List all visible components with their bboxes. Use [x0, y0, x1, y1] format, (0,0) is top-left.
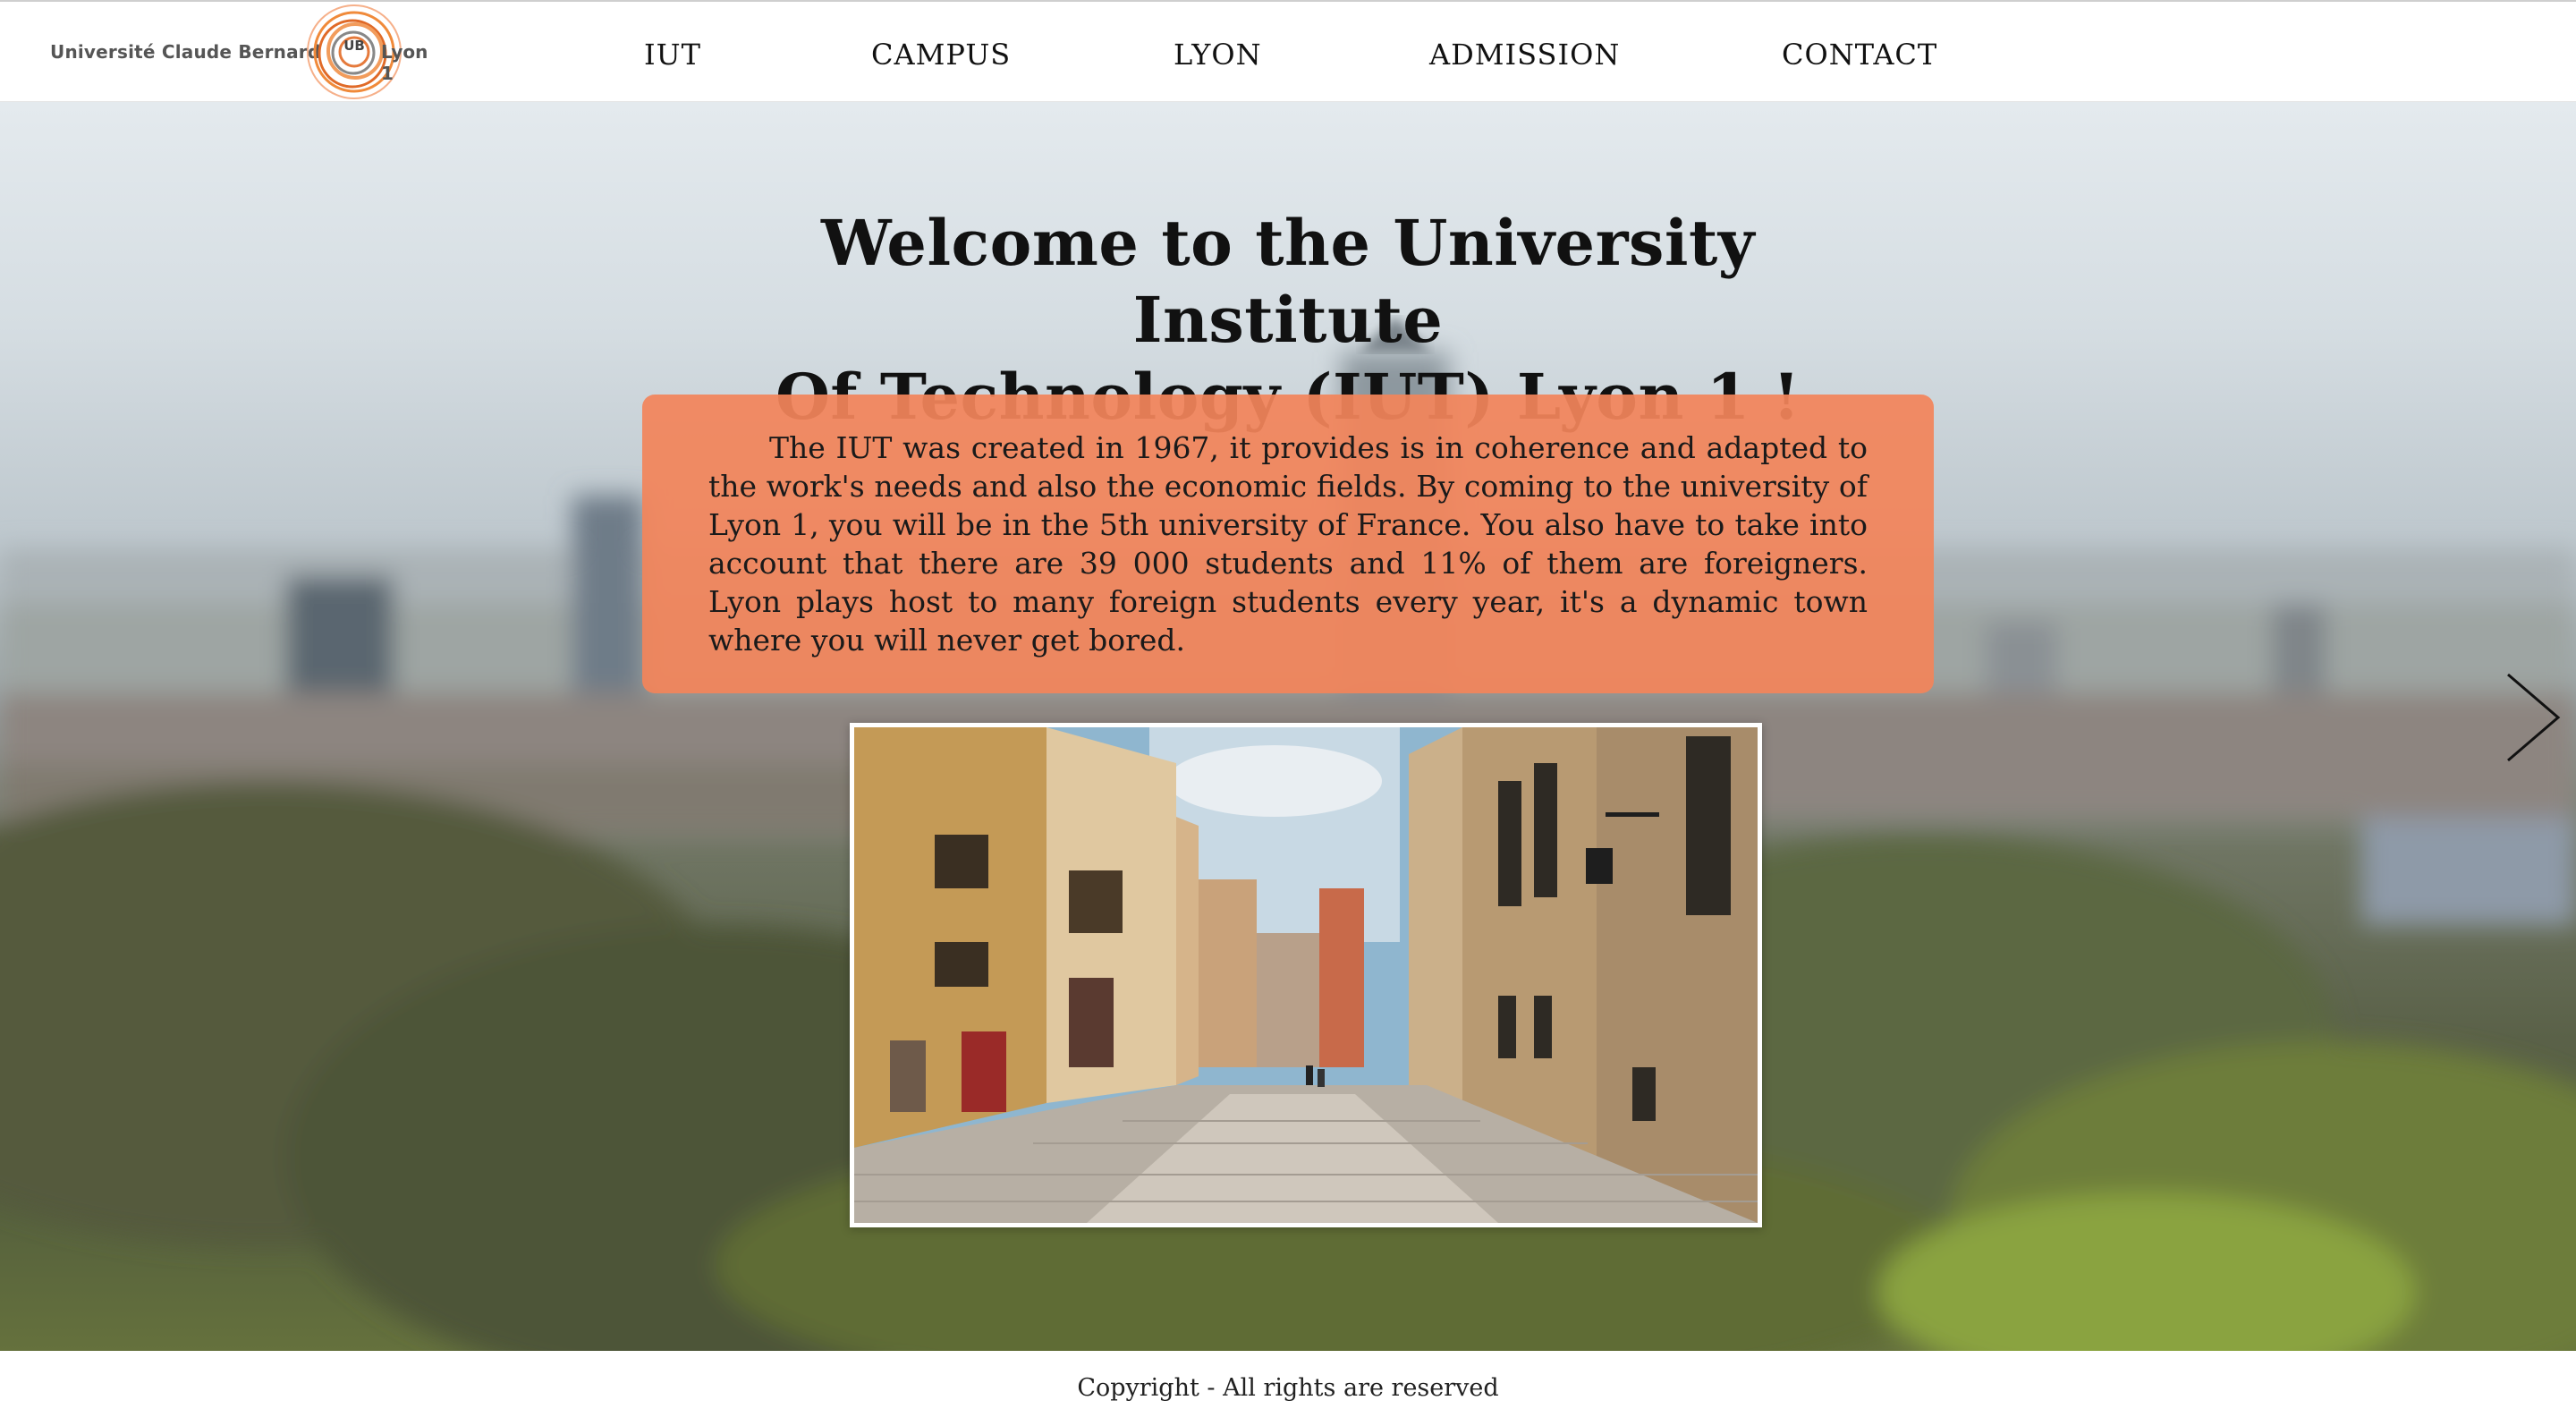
nav-item-iut[interactable]: IUT	[644, 38, 701, 72]
copyright-text: Copyright - All rights are reserved	[1077, 1374, 1499, 1402]
page-title-line1: Welcome to the University Institute	[821, 205, 1755, 357]
logo-university-name: Université Claude Bernard	[50, 41, 321, 63]
street-photo-illustration	[854, 727, 1758, 1223]
site-header: Université Claude Bernard UB Lyon 1 IUT …	[0, 0, 2576, 102]
intro-text-box: The IUT was created in 1967, it provides…	[642, 395, 1934, 693]
next-slide-chevron-right-icon[interactable]	[2501, 671, 2563, 764]
hero-section: Welcome to the University Institute Of T…	[0, 102, 2576, 1351]
lyon-street-photo	[850, 723, 1762, 1227]
intro-paragraph: The IUT was created in 1967, it provides…	[708, 430, 1868, 658]
site-footer: Copyright - All rights are reserved	[0, 1351, 2576, 1426]
nav-item-contact[interactable]: CONTACT	[1782, 38, 1937, 72]
nav-item-lyon[interactable]: LYON	[1174, 38, 1262, 72]
university-logo[interactable]: Université Claude Bernard UB Lyon 1	[50, 2, 444, 104]
logo-city-name: Lyon 1	[381, 41, 428, 84]
nav-item-admission[interactable]: ADMISSION	[1429, 38, 1620, 72]
nav-item-campus[interactable]: CAMPUS	[871, 38, 1011, 72]
